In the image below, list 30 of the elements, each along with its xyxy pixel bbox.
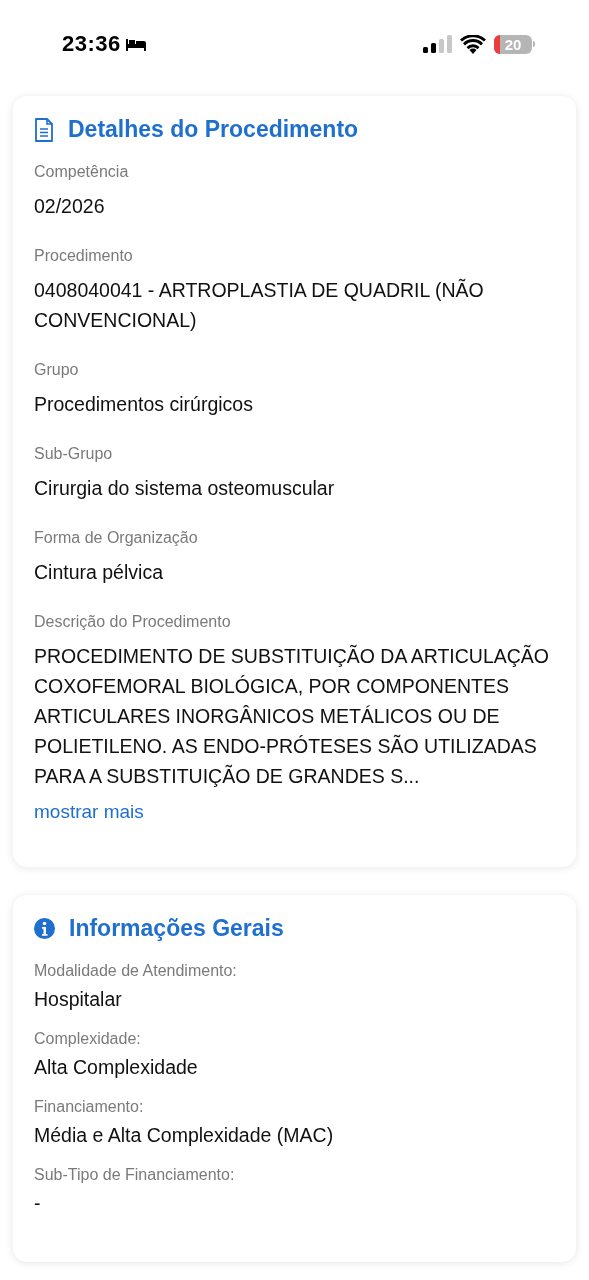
field-value: - [34, 1191, 42, 1216]
battery-icon: 20 [494, 34, 535, 54]
field-value: Hospitalar [34, 987, 123, 1012]
document-icon [34, 117, 54, 142]
field-label: Complexidade: [34, 1030, 142, 1048]
info-icon [34, 918, 55, 939]
signal-icon [422, 35, 452, 53]
field-label: Forma de Organização [34, 529, 199, 547]
field-value: Cintura pélvica [34, 560, 164, 585]
field-value: 02/2026 [34, 194, 106, 219]
show-more-link[interactable]: mostrar mais [34, 801, 144, 823]
field-value: PROCEDIMENTO DE SUBSTITUIÇÃO DA ARTICULAÇÃO COXOFEMORAL BIOLÓGICA, POR COMPONENTES ARTICULARES INORGÂNICOS METÁLICOS OU DE POLIETILENO. AS ENDO-PRÓTESES SÃO UTILIZADAS PARA A SUBSTITUIÇÃO DE GRANDES S... [34, 643, 551, 789]
field-label: Sub-Tipo de Financiamento: [34, 1166, 236, 1184]
wifi-icon [460, 34, 486, 54]
card-title: Informações Gerais [69, 915, 284, 942]
field-value: Média e Alta Complexidade (MAC) [34, 1123, 335, 1148]
field-label: Descrição do Procedimento [34, 613, 232, 631]
field-value: Alta Complexidade [34, 1055, 199, 1080]
field-label: Grupo [34, 361, 80, 379]
status-time: 23:36 [62, 31, 121, 57]
card-title: Detalhes do Procedimento [68, 116, 359, 143]
field-label: Sub-Grupo [34, 445, 114, 463]
field-label: Competência [34, 163, 130, 181]
bed-icon [124, 37, 147, 51]
field-label: Modalidade de Atendimento: [34, 962, 238, 980]
field-value: Procedimentos cirúrgicos [34, 392, 254, 417]
field-value: 0408040041 - ARTROPLASTIA DE QUADRIL (NÃO CONVENCIONAL) [34, 278, 485, 333]
field-label: Financiamento: [34, 1098, 145, 1116]
field-value: Cirurgia do sistema osteomuscular [34, 476, 336, 501]
field-label: Procedimento [34, 247, 134, 265]
